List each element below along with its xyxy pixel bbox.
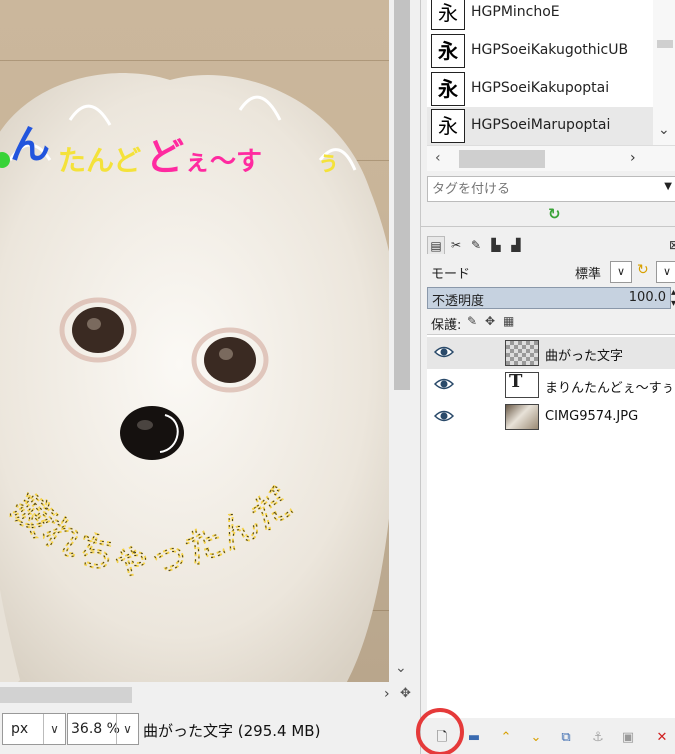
font-name: HGPSoeiMarupoptai bbox=[471, 117, 611, 133]
zoom-value: 36.8 % bbox=[71, 721, 120, 737]
canvas-horizontal-scrollbar[interactable]: › ✥ bbox=[0, 682, 415, 708]
layer-row[interactable]: CIMG9574.JPG bbox=[427, 401, 675, 433]
chevron-down-icon[interactable]: ∨ bbox=[43, 714, 65, 744]
mode-reset-icon[interactable]: ↻ bbox=[637, 262, 649, 278]
dock-tabs: ▤ ✂ ✎ ▙ ▟ ⊠ bbox=[427, 236, 675, 256]
visibility-eye-icon[interactable] bbox=[434, 345, 454, 359]
mode-label: モード bbox=[431, 267, 471, 282]
font-name: HGPMinchoE bbox=[471, 4, 560, 20]
right-dock: 永 HGPMinchoE 永 HGPSoeiKakugothicUB 永 HGP… bbox=[420, 0, 675, 754]
paths-tab-icon[interactable]: ✎ bbox=[467, 236, 485, 254]
svg-text:たんど: たんど bbox=[58, 144, 141, 177]
scroll-thumb[interactable] bbox=[0, 687, 132, 703]
lock-label: 保護: bbox=[431, 318, 462, 333]
delete-layer-icon[interactable]: ✕ bbox=[653, 730, 671, 746]
layer-name[interactable]: まりんたんどぇ〜すぅ bbox=[545, 377, 674, 396]
lock-position-icon[interactable]: ✥ bbox=[485, 314, 495, 328]
image-canvas[interactable]: ん たんど ど ぇ〜す ぅ 疲れちゃったんだ？ 疲れちゃったんだ？ bbox=[0, 0, 389, 682]
brushes-tab-icon[interactable]: ▙ bbox=[487, 236, 505, 254]
font-name: HGPSoeiKakupoptai bbox=[471, 80, 610, 96]
unit-select[interactable]: px ∨ bbox=[2, 713, 66, 745]
gimp-window: ん たんど ど ぇ〜す ぅ 疲れちゃったんだ？ 疲れちゃったんだ？ ⌄ › ✥ … bbox=[0, 0, 675, 754]
tag-input[interactable] bbox=[428, 177, 648, 201]
navigate-icon[interactable]: ✥ bbox=[400, 686, 411, 701]
lock-alpha-icon[interactable]: ▦ bbox=[503, 314, 514, 328]
svg-text:ぇ〜す: ぇ〜す bbox=[184, 147, 262, 177]
duplicate-layer-icon[interactable]: ⧉ bbox=[557, 730, 575, 746]
svg-text:ぅ: ぅ bbox=[316, 148, 340, 176]
tag-entry[interactable]: ▼ bbox=[427, 176, 675, 202]
layer-name[interactable]: CIMG9574.JPG bbox=[545, 409, 638, 424]
scroll-down-icon[interactable]: ⌄ bbox=[395, 660, 407, 676]
text-layer-top[interactable]: ん たんど ど ぇ〜す ぅ bbox=[0, 112, 389, 182]
lower-layer-icon[interactable]: ⌄ bbox=[527, 730, 545, 746]
font-item[interactable]: 永 HGPSoeiKakugothicUB bbox=[427, 32, 653, 70]
text-layer-thumbnail-icon: T bbox=[505, 371, 539, 398]
chevron-right-icon[interactable]: › bbox=[630, 150, 636, 166]
visibility-eye-icon[interactable] bbox=[434, 377, 454, 391]
svg-text:ど: ど bbox=[146, 135, 184, 179]
anchor-layer-icon[interactable]: ⚓ bbox=[589, 730, 607, 746]
chevron-down-icon[interactable]: ∨ bbox=[116, 714, 138, 744]
opacity-value[interactable]: 100.0 bbox=[629, 290, 666, 305]
font-list[interactable]: 永 HGPMinchoE 永 HGPSoeiKakugothicUB 永 HGP… bbox=[427, 0, 675, 145]
visibility-eye-icon[interactable] bbox=[434, 409, 454, 423]
new-layer-group-icon[interactable]: ▬ bbox=[465, 730, 483, 746]
scroll-right-icon[interactable]: › bbox=[384, 686, 390, 702]
font-preview-glyph: 永 bbox=[431, 0, 465, 30]
panel-menu-icon[interactable]: ⊠ bbox=[665, 236, 675, 254]
font-list-vertical-scrollbar[interactable]: ⌄ bbox=[653, 0, 675, 145]
channels-tab-icon[interactable]: ✂ bbox=[447, 236, 465, 254]
font-preview-glyph: 永 bbox=[431, 34, 465, 68]
status-message: 曲がった文字 (295.4 MB) bbox=[143, 722, 321, 740]
font-name: HGPSoeiKakugothicUB bbox=[471, 42, 629, 58]
layer-list[interactable]: 曲がった文字 T まりんたんどぇ〜すぅ CIMG9574.JPG bbox=[427, 334, 675, 718]
unit-value: px bbox=[11, 721, 29, 737]
raise-layer-icon[interactable]: ⌃ bbox=[497, 730, 515, 746]
font-item-selected[interactable]: 永 HGPSoeiMarupoptai bbox=[427, 107, 653, 145]
svg-text:ん: ん bbox=[10, 122, 50, 168]
canvas-vertical-scrollbar[interactable]: ⌄ bbox=[389, 0, 415, 682]
status-bar: px ∨ 36.8 % ∨ 曲がった文字 (295.4 MB) bbox=[0, 708, 420, 754]
scroll-thumb[interactable] bbox=[459, 150, 545, 168]
font-item[interactable]: 永 HGPMinchoE bbox=[427, 0, 653, 32]
scroll-thumb[interactable] bbox=[657, 40, 673, 48]
layer-thumbnail bbox=[505, 340, 539, 366]
opacity-slider[interactable]: 不透明度 100.0 bbox=[427, 287, 671, 309]
zoom-select[interactable]: 36.8 % ∨ bbox=[67, 713, 139, 745]
scroll-thumb[interactable] bbox=[394, 0, 410, 390]
font-list-horizontal-scrollbar[interactable]: ‹ › bbox=[427, 145, 675, 171]
layer-row[interactable]: 曲がった文字 bbox=[427, 337, 675, 369]
svg-text:疲れちゃったんだ？: 疲れちゃったんだ？ bbox=[0, 480, 300, 583]
refresh-icon[interactable]: ↻ bbox=[548, 205, 561, 223]
opacity-label: 不透明度 bbox=[432, 294, 485, 309]
font-item[interactable]: 永 HGPSoeiKakupoptai bbox=[427, 70, 653, 108]
dropdown-arrow-icon[interactable]: ▼ bbox=[664, 181, 672, 192]
layers-tab-icon[interactable]: ▤ bbox=[427, 236, 445, 254]
mode-value[interactable]: 標準 bbox=[575, 263, 601, 282]
divider bbox=[421, 226, 675, 227]
opacity-spinner-icon[interactable]: ▴ ▾ bbox=[671, 287, 675, 309]
layer-row[interactable]: T まりんたんどぇ〜すぅ bbox=[427, 369, 675, 401]
chevron-left-icon[interactable]: ‹ bbox=[435, 150, 441, 166]
mode-dropdown-icon[interactable]: ∨ bbox=[610, 261, 632, 283]
lock-pixels-icon[interactable]: ✎ bbox=[467, 314, 477, 328]
text-layer-curved[interactable]: 疲れちゃったんだ？ 疲れちゃったんだ？ bbox=[0, 480, 300, 610]
layer-name[interactable]: 曲がった文字 bbox=[545, 345, 623, 364]
composite-dropdown-icon[interactable]: ∨ bbox=[656, 261, 675, 283]
mask-layer-icon[interactable]: ▣ bbox=[619, 730, 637, 746]
layer-thumbnail bbox=[505, 404, 539, 430]
histogram-tab-icon[interactable]: ▟ bbox=[507, 236, 525, 254]
chevron-down-icon[interactable]: ⌄ bbox=[658, 122, 670, 138]
font-preview-glyph: 永 bbox=[431, 72, 465, 106]
annotation-highlight-ring bbox=[416, 708, 464, 754]
font-preview-glyph: 永 bbox=[431, 109, 465, 143]
